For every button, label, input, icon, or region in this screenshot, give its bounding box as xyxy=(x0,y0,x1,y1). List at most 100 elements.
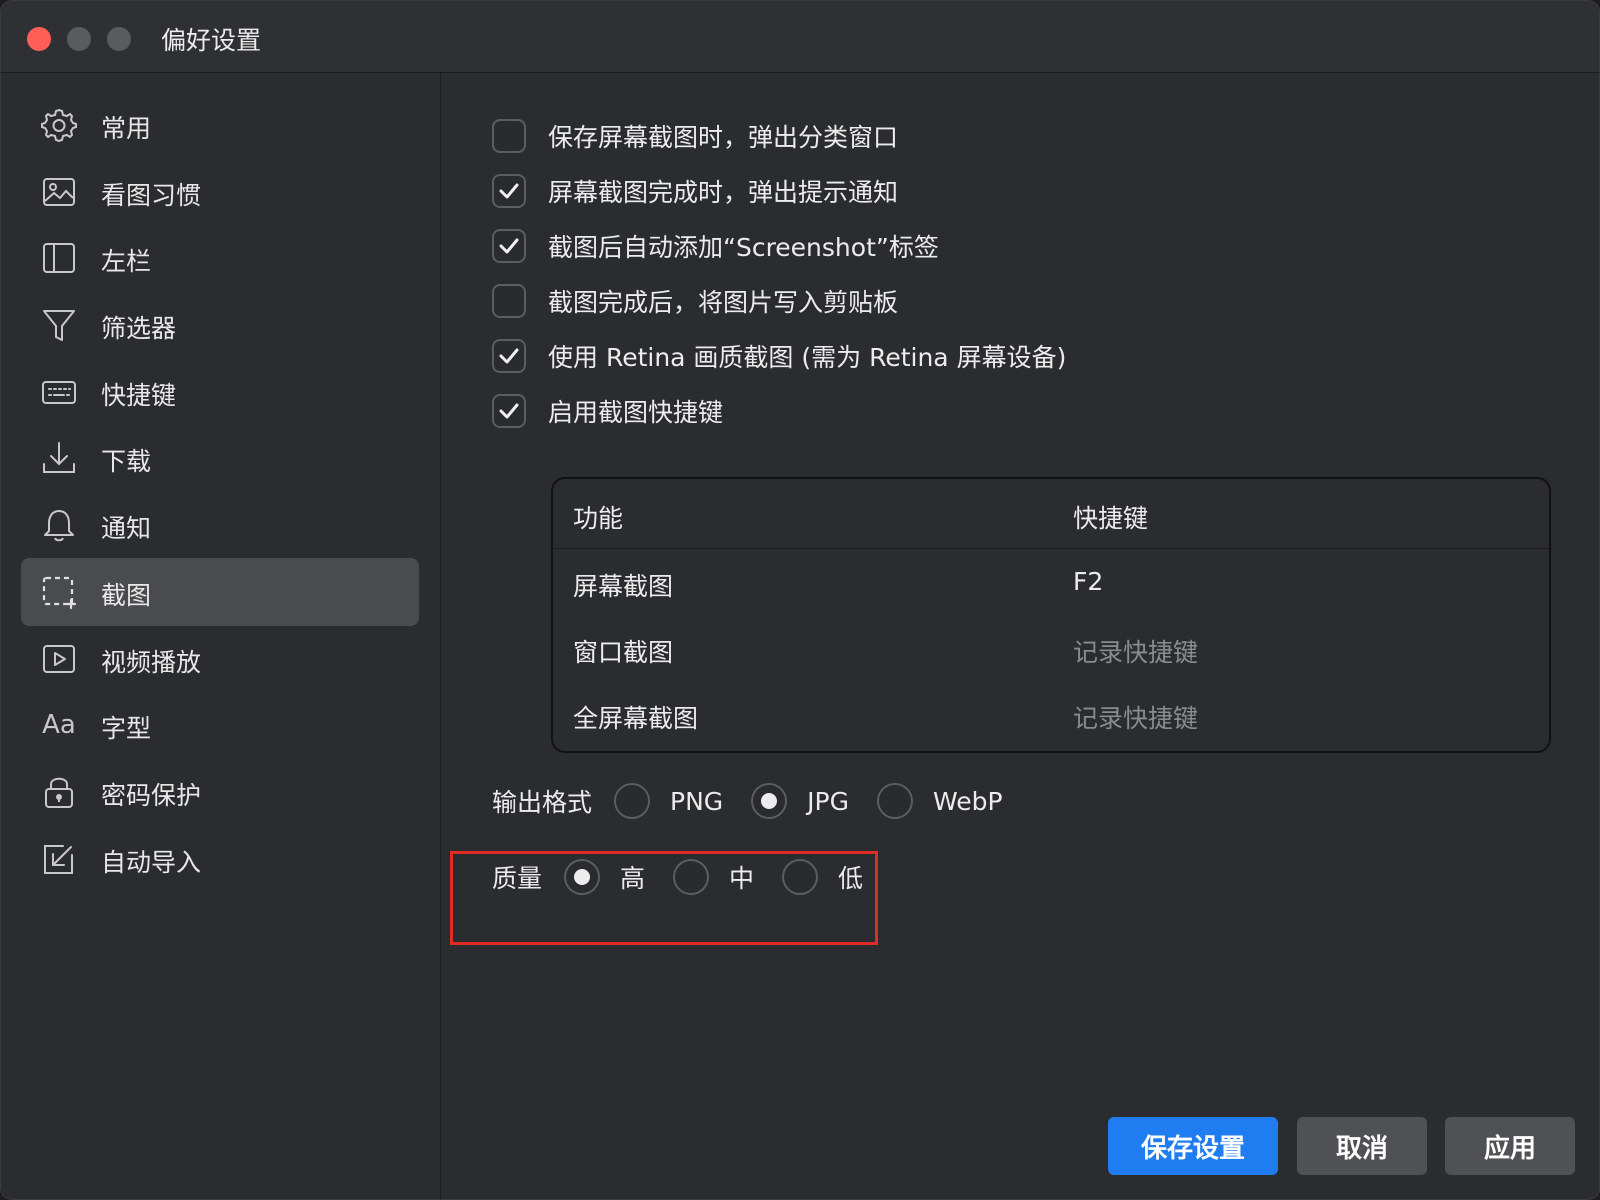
minimize-window-button[interactable] xyxy=(67,27,91,51)
checkmark-icon xyxy=(499,403,519,419)
radio-label: WebP xyxy=(933,786,1003,816)
sidebar-icon xyxy=(41,240,77,276)
radio-label: PNG xyxy=(670,786,724,816)
option-popup-category-window[interactable]: 保存屏幕截图时，弹出分类窗口 xyxy=(492,116,898,156)
radio-label: JPG xyxy=(807,786,849,816)
sidebar-item-label: 常用 xyxy=(101,114,152,143)
option-enable-shortcuts[interactable]: 启用截图快捷键 xyxy=(492,391,723,431)
option-auto-tag[interactable]: 截图后自动添加“Screenshot”标签 xyxy=(492,226,939,266)
sidebar-item-label: 自动导入 xyxy=(101,848,202,877)
sidebar-item-label: 快捷键 xyxy=(101,381,177,410)
screenshot-settings-panel: 保存屏幕截图时，弹出分类窗口 屏幕截图完成时，弹出提示通知 截图后自动添加“Sc… xyxy=(442,73,1599,1199)
cancel-button[interactable]: 取消 xyxy=(1297,1117,1427,1175)
sidebar-item-password[interactable]: 密码保护 xyxy=(21,758,419,826)
radio-jpg[interactable] xyxy=(751,783,788,819)
window-title: 偏好设置 xyxy=(161,26,262,55)
bell-icon xyxy=(41,507,77,543)
image-icon xyxy=(41,174,77,210)
sidebar-item-label: 截图 xyxy=(101,581,152,610)
sidebar-item-notifications[interactable]: 通知 xyxy=(21,491,419,559)
function-cell: 屏幕截图 xyxy=(573,572,674,601)
option-copy-clipboard[interactable]: 截图完成后，将图片写入剪贴板 xyxy=(492,281,898,321)
checkbox[interactable] xyxy=(492,339,526,373)
option-label: 截图后自动添加“Screenshot”标签 xyxy=(548,233,939,262)
filter-icon xyxy=(41,307,77,343)
radio-quality-low[interactable] xyxy=(782,859,819,895)
quality-group: 质量 高 中 低 xyxy=(492,859,891,895)
save-settings-button[interactable]: 保存设置 xyxy=(1108,1117,1278,1175)
radio-selected-dot xyxy=(574,869,591,885)
record-shortcut-field[interactable]: 记录快捷键 xyxy=(1073,699,1198,735)
sidebar-item-label: 通知 xyxy=(101,514,152,543)
sidebar-item-download[interactable]: 下载 xyxy=(21,424,419,492)
function-cell: 窗口截图 xyxy=(573,638,674,667)
radio-label: 中 xyxy=(729,864,755,893)
radio-selected-dot xyxy=(761,793,778,809)
play-icon xyxy=(41,641,77,677)
table-header: 功能 快捷键 xyxy=(553,479,1549,549)
radio-quality-medium[interactable] xyxy=(673,859,710,895)
sidebar-item-label: 下载 xyxy=(101,447,152,476)
sidebar-item-video-playback[interactable]: 视频播放 xyxy=(21,625,419,693)
checkbox[interactable] xyxy=(492,284,526,318)
checkbox[interactable] xyxy=(492,394,526,428)
zoom-window-button[interactable] xyxy=(107,27,131,51)
output-format-label: 输出格式 xyxy=(492,788,593,817)
checkmark-icon xyxy=(499,348,519,364)
sidebar-item-shortcuts[interactable]: 快捷键 xyxy=(21,358,419,426)
apply-button[interactable]: 应用 xyxy=(1445,1117,1575,1175)
close-window-button[interactable] xyxy=(27,27,51,51)
radio-png[interactable] xyxy=(614,783,651,819)
column-header-function: 功能 xyxy=(573,504,624,533)
option-label: 截图完成后，将图片写入剪贴板 xyxy=(548,288,899,317)
checkmark-icon xyxy=(499,238,519,254)
sidebar-item-left-panel[interactable]: 左栏 xyxy=(21,224,419,292)
sidebar: 常用 看图习惯 左栏 筛选器 快捷键 下载 通知 截图 视频播放 Aa 字型 密… xyxy=(1,73,441,1199)
sidebar-item-auto-import[interactable]: 自动导入 xyxy=(21,825,419,893)
option-completion-notification[interactable]: 屏幕截图完成时，弹出提示通知 xyxy=(492,171,898,211)
function-cell: 全屏幕截图 xyxy=(573,704,699,733)
sidebar-item-font[interactable]: Aa 字型 xyxy=(21,691,419,759)
shortcut-cell[interactable]: F2 xyxy=(1073,567,1103,596)
radio-quality-high[interactable] xyxy=(564,859,601,895)
option-retina-quality[interactable]: 使用 Retina 画质截图 (需为 Retina 屏幕设备) xyxy=(492,336,1066,376)
option-label: 使用 Retina 画质截图 (需为 Retina 屏幕设备) xyxy=(548,343,1067,372)
sidebar-item-viewing-habits[interactable]: 看图习惯 xyxy=(21,158,419,226)
sidebar-item-label: 视频播放 xyxy=(101,648,202,677)
checkmark-icon xyxy=(499,183,519,199)
quality-label: 质量 xyxy=(492,864,543,893)
radio-label: 低 xyxy=(838,864,864,893)
gear-icon xyxy=(41,107,77,143)
table-row: 全屏幕截图 记录快捷键 xyxy=(553,681,1549,747)
shortcut-table: 功能 快捷键 屏幕截图 F2 窗口截图 记录快捷键 全屏幕截图 记录快捷键 xyxy=(551,477,1551,753)
option-label: 保存屏幕截图时，弹出分类窗口 xyxy=(548,123,899,152)
lock-icon xyxy=(41,774,77,810)
sidebar-item-general[interactable]: 常用 xyxy=(21,91,419,159)
option-label: 启用截图快捷键 xyxy=(548,398,724,427)
preferences-window: 偏好设置 常用 看图习惯 左栏 筛选器 快捷键 下载 通知 截图 视频播放 Aa… xyxy=(0,0,1600,1200)
checkbox[interactable] xyxy=(492,174,526,208)
table-row: 屏幕截图 F2 xyxy=(553,549,1549,615)
sidebar-item-label: 筛选器 xyxy=(101,314,177,343)
option-label: 屏幕截图完成时，弹出提示通知 xyxy=(548,178,899,207)
sidebar-item-filter[interactable]: 筛选器 xyxy=(21,291,419,359)
sidebar-item-label: 密码保护 xyxy=(101,781,202,810)
sidebar-item-label: 字型 xyxy=(101,714,152,743)
radio-label: 高 xyxy=(620,864,646,893)
font-icon: Aa xyxy=(42,710,76,740)
table-row: 窗口截图 记录快捷键 xyxy=(553,615,1549,681)
sidebar-item-screenshot[interactable]: 截图 xyxy=(21,558,419,626)
radio-webp[interactable] xyxy=(877,783,913,819)
import-icon xyxy=(41,841,77,877)
sidebar-item-label: 看图习惯 xyxy=(101,181,202,210)
output-format-group: 输出格式 PNG JPG WebP xyxy=(492,783,1031,819)
title-bar: 偏好设置 xyxy=(1,1,1599,73)
keyboard-icon xyxy=(41,374,77,410)
record-shortcut-field[interactable]: 记录快捷键 xyxy=(1073,633,1198,669)
sidebar-item-label: 左栏 xyxy=(101,247,152,276)
checkbox[interactable] xyxy=(492,229,526,263)
screenshot-icon xyxy=(41,574,77,610)
checkbox[interactable] xyxy=(492,119,526,153)
download-icon xyxy=(41,440,77,476)
column-header-shortcut: 快捷键 xyxy=(1073,504,1149,533)
